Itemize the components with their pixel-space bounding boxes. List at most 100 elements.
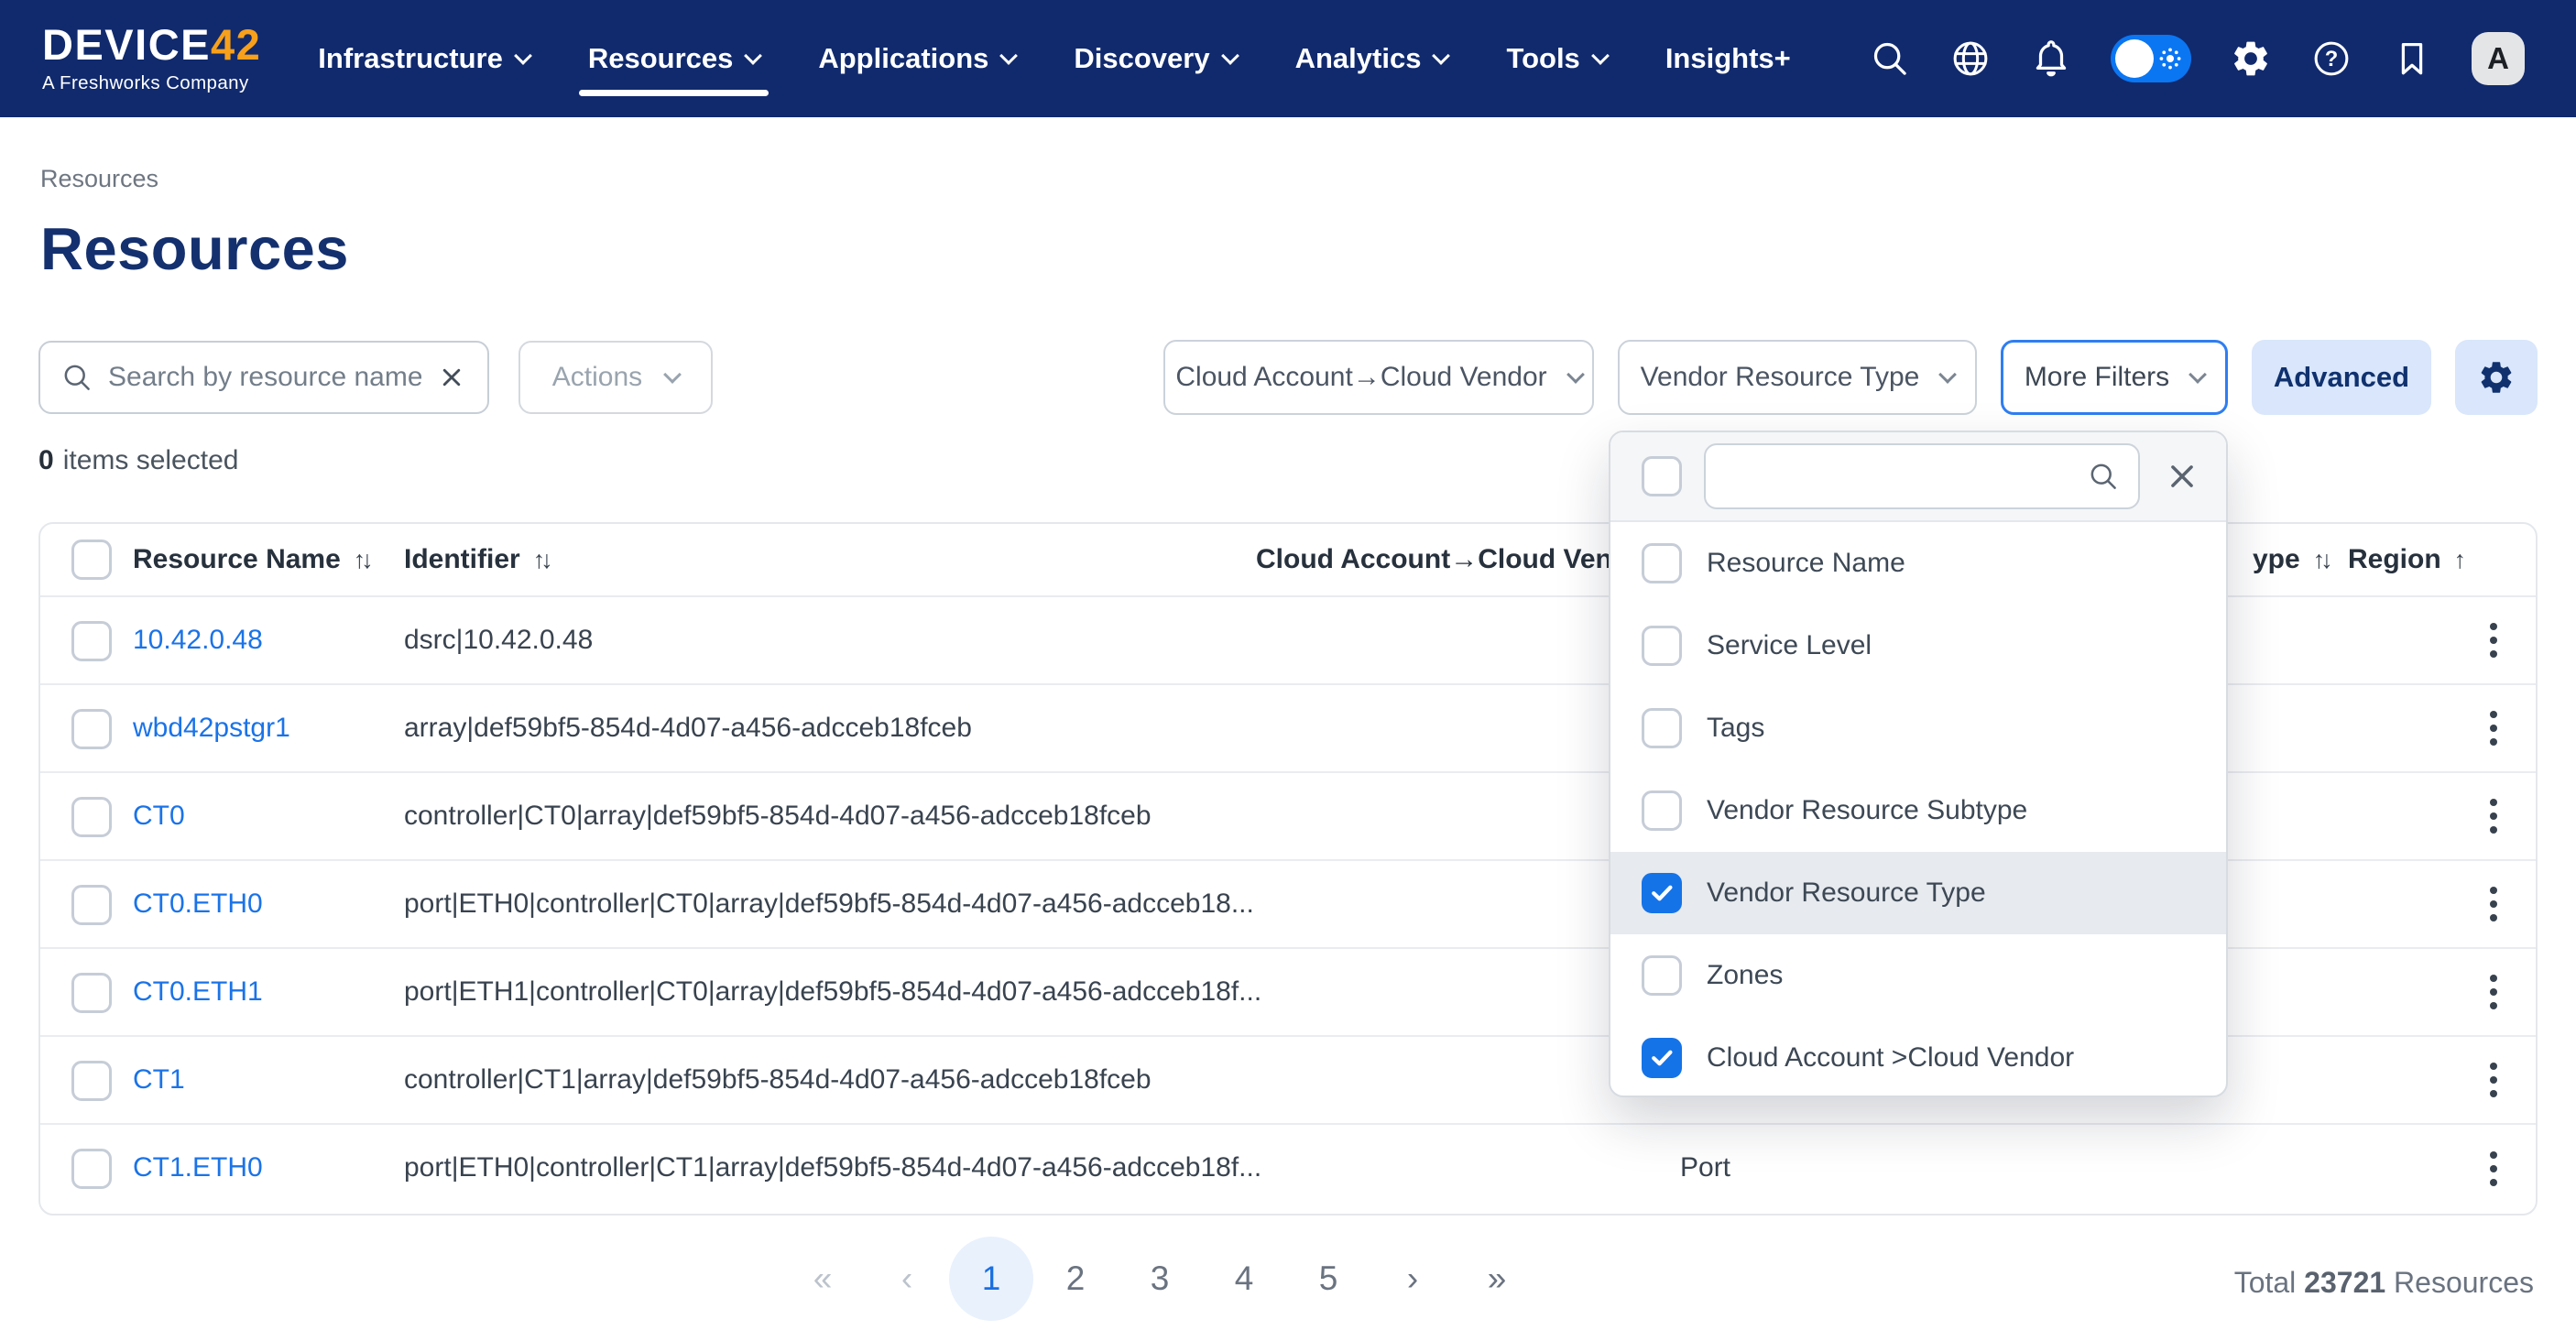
chevron-down-icon — [1591, 47, 1610, 65]
select-all-checkbox[interactable] — [71, 540, 112, 580]
resource-name-link[interactable]: CT0 — [133, 773, 185, 859]
chevron-down-icon — [2189, 365, 2207, 384]
resource-name-link[interactable]: CT0.ETH1 — [133, 949, 263, 1035]
pagination-next[interactable]: › — [1370, 1237, 1455, 1321]
vendor-resource-type-value: Port — [1680, 1125, 1730, 1211]
pagination-last[interactable]: » — [1455, 1237, 1539, 1321]
row-actions-kebab-icon[interactable] — [2468, 696, 2519, 760]
checkbox-unchecked[interactable] — [71, 621, 112, 661]
checkbox-unchecked[interactable] — [1642, 543, 1682, 583]
resource-name-link[interactable]: 10.42.0.48 — [133, 597, 263, 683]
resource-identifier: array|def59bf5-854d-4d07-a456-adcceb18fc… — [404, 685, 972, 771]
pagination-page-3[interactable]: 3 — [1118, 1237, 1202, 1321]
resource-name-link[interactable]: wbd42pstgr1 — [133, 685, 290, 771]
dropdown-item-label: Resource Name — [1707, 548, 1905, 579]
dropdown-item-cloud-account-cloud-vendor[interactable]: Cloud Account >Cloud Vendor — [1610, 1017, 2226, 1097]
nav-item-resources[interactable]: Resources — [588, 0, 760, 117]
checkbox-unchecked[interactable] — [1642, 790, 1682, 831]
theme-toggle[interactable] — [2111, 35, 2191, 82]
search-icon — [2087, 460, 2120, 493]
dropdown-item-tags[interactable]: Tags — [1610, 687, 2226, 769]
column-header-vendor-resource-type-partial[interactable]: ype ↑↓ — [2253, 524, 2333, 595]
advanced-label: Advanced — [2274, 361, 2409, 394]
nav-item-applications[interactable]: Applications — [818, 0, 1015, 117]
actions-button[interactable]: Actions — [518, 341, 713, 414]
row-actions-kebab-icon[interactable] — [2468, 784, 2519, 848]
filter-vendor-resource-type[interactable]: Vendor Resource Type — [1618, 340, 1977, 415]
checkbox-unchecked[interactable] — [1642, 708, 1682, 748]
pagination-page-2[interactable]: 2 — [1033, 1237, 1118, 1321]
resource-identifier: controller|CT1|array|def59bf5-854d-4d07-… — [404, 1037, 1152, 1123]
checkbox-unchecked[interactable] — [71, 1061, 112, 1101]
nav-item-analytics[interactable]: Analytics — [1295, 0, 1448, 117]
device42-logo[interactable]: DEVICE42 A Freshworks Company — [42, 23, 261, 94]
logo-tagline: A Freshworks Company — [42, 72, 261, 94]
notifications-bell-icon[interactable] — [2030, 38, 2072, 80]
pagination-prev[interactable]: ‹ — [865, 1237, 949, 1321]
avatar[interactable]: A — [2472, 32, 2525, 85]
nav-item-insights[interactable]: Insights+ — [1665, 0, 1791, 117]
dropdown-item-service-level[interactable]: Service Level — [1610, 605, 2226, 687]
row-actions-kebab-icon[interactable] — [2468, 1048, 2519, 1112]
table-settings-button[interactable] — [2455, 340, 2538, 415]
row-actions-kebab-icon[interactable] — [2468, 872, 2519, 936]
dropdown-select-all-checkbox[interactable] — [1642, 456, 1682, 496]
chevron-down-icon — [663, 365, 682, 384]
checkbox-unchecked[interactable] — [1642, 955, 1682, 996]
chevron-down-icon — [1433, 47, 1451, 65]
nav-menu: Infrastructure Resources Applications Disco… — [318, 0, 1790, 117]
checkbox-unchecked[interactable] — [71, 709, 112, 749]
total-resources: Total 23721 Resources — [2234, 1266, 2534, 1300]
row-actions-kebab-icon[interactable] — [2468, 960, 2519, 1024]
filter-cloud-account-cloud-vendor[interactable]: Cloud Account→Cloud Vendor — [1163, 340, 1594, 415]
search-icon[interactable] — [1869, 38, 1911, 80]
pagination-page-5[interactable]: 5 — [1286, 1237, 1370, 1321]
dropdown-item-resource-name[interactable]: Resource Name — [1610, 522, 2226, 605]
clear-search-icon[interactable] — [436, 362, 467, 393]
nav-item-tools[interactable]: Tools — [1506, 0, 1606, 117]
column-header-region[interactable]: Region ↑ — [2348, 524, 2471, 595]
help-icon[interactable]: ? — [2310, 38, 2352, 80]
logo-text: DEVICE42 — [42, 23, 261, 66]
breadcrumb[interactable]: Resources — [40, 165, 158, 193]
checkbox-unchecked[interactable] — [71, 973, 112, 1013]
resource-name-link[interactable]: CT1 — [133, 1037, 185, 1123]
dropdown-search-input[interactable] — [1704, 443, 2140, 509]
checkbox-checked[interactable] — [1642, 873, 1682, 913]
row-actions-kebab-icon[interactable] — [2468, 608, 2519, 672]
nav-item-label: Tools — [1506, 42, 1579, 75]
nav-item-infrastructure[interactable]: Infrastructure — [318, 0, 529, 117]
advanced-button[interactable]: Advanced — [2252, 340, 2431, 415]
dropdown-item-zones[interactable]: Zones — [1610, 934, 2226, 1017]
row-actions-kebab-icon[interactable] — [2468, 1137, 2519, 1201]
checkbox-unchecked[interactable] — [71, 797, 112, 837]
globe-icon[interactable] — [1949, 38, 1992, 80]
resource-name-link[interactable]: CT1.ETH0 — [133, 1125, 263, 1211]
pagination-page-1[interactable]: 1 — [949, 1237, 1033, 1321]
pagination-first[interactable]: « — [780, 1237, 865, 1321]
dropdown-item-vendor-resource-type[interactable]: Vendor Resource Type — [1610, 852, 2226, 934]
nav-item-discovery[interactable]: Discovery — [1074, 0, 1236, 117]
column-header-identifier[interactable]: Identifier ↑↓ — [404, 524, 553, 595]
checkbox-unchecked[interactable] — [71, 1149, 112, 1189]
device42-app: DEVICE42 A Freshworks Company Infrastruc… — [0, 0, 2576, 1341]
pagination-page-4[interactable]: 4 — [1202, 1237, 1286, 1321]
selected-text: items selected — [63, 445, 239, 475]
resource-name-link[interactable]: CT0.ETH0 — [133, 861, 263, 947]
settings-gear-icon[interactable] — [2230, 38, 2272, 80]
nav-item-label: Discovery — [1074, 42, 1209, 75]
resource-search-box — [38, 341, 489, 414]
search-input[interactable] — [108, 362, 421, 393]
checkbox-unchecked[interactable] — [1642, 626, 1682, 666]
more-filters-button[interactable]: More Filters — [2001, 340, 2228, 415]
dropdown-item-vendor-resource-subtype[interactable]: Vendor Resource Subtype — [1610, 769, 2226, 852]
checkbox-unchecked[interactable] — [71, 885, 112, 925]
dropdown-item-label: Vendor Resource Subtype — [1707, 795, 2027, 826]
column-header-resource-name[interactable]: Resource Name ↑↓ — [133, 524, 374, 595]
resource-identifier: port|ETH0|controller|CT1|array|def59bf5-… — [404, 1125, 1261, 1211]
checkbox-checked[interactable] — [1642, 1038, 1682, 1078]
dropdown-list: Resource Name Service LevelTags Vendor Res… — [1610, 522, 2226, 1097]
nav-item-label: Infrastructure — [318, 42, 503, 75]
bookmark-icon[interactable] — [2391, 38, 2433, 80]
close-icon[interactable] — [2162, 456, 2202, 496]
